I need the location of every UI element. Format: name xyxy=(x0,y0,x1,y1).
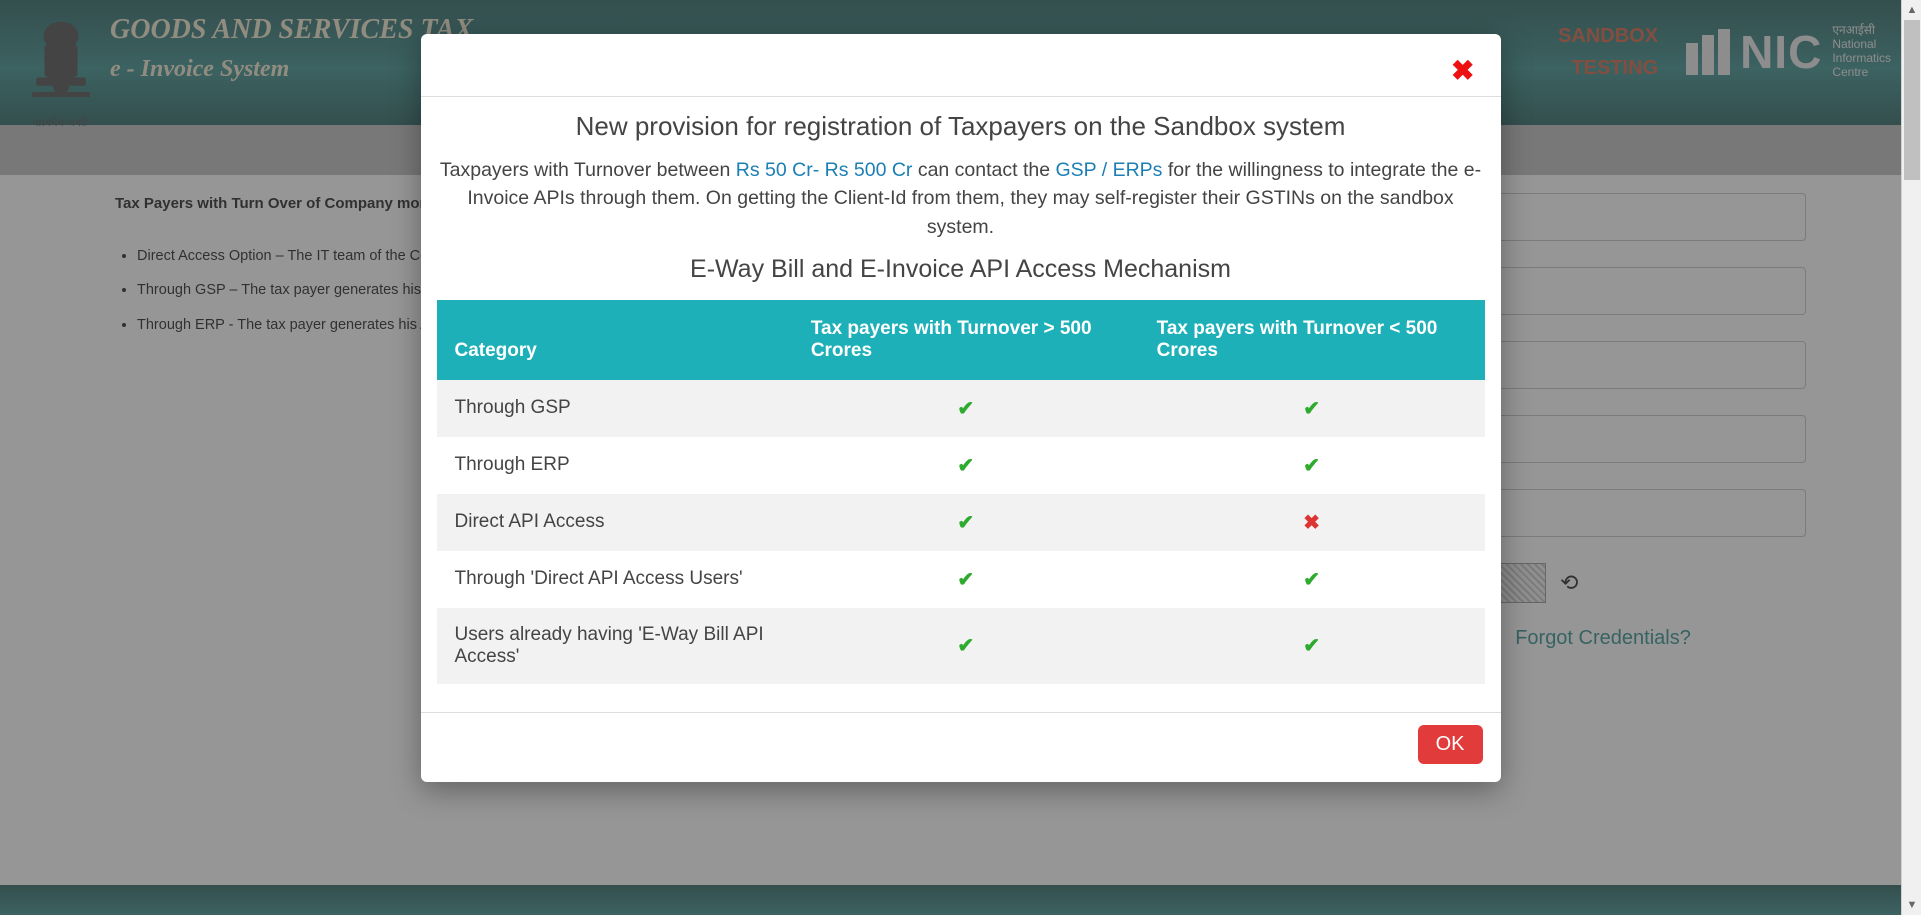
scroll-up-icon[interactable]: ▲ xyxy=(1902,0,1921,20)
scroll-thumb[interactable] xyxy=(1904,20,1920,180)
scroll-down-icon[interactable]: ▼ xyxy=(1902,895,1921,915)
modal-description: Taxpayers with Turnover between Rs 50 Cr… xyxy=(437,156,1485,241)
cell-gt500: ✔ xyxy=(793,380,1139,437)
cell-lt500: ✔ xyxy=(1139,437,1485,494)
modal-subtitle: E-Way Bill and E-Invoice API Access Mech… xyxy=(421,255,1501,284)
check-icon: ✔ xyxy=(811,633,1121,658)
cell-category: Through ERP xyxy=(437,437,793,494)
modal-text: can contact the xyxy=(912,159,1055,181)
cross-icon: ✖ xyxy=(1157,510,1467,535)
access-table: Category Tax payers with Turnover > 500 … xyxy=(437,300,1485,684)
cell-lt500: ✔ xyxy=(1139,608,1485,684)
table-row: Users already having 'E-Way Bill API Acc… xyxy=(437,608,1485,684)
modal-link-gsp: GSP / ERPs xyxy=(1056,159,1163,181)
modal-title: New provision for registration of Taxpay… xyxy=(421,111,1501,142)
cell-category: Through GSP xyxy=(437,380,793,437)
th-category: Category xyxy=(437,300,793,380)
check-icon: ✔ xyxy=(1157,396,1467,421)
cell-gt500: ✔ xyxy=(793,437,1139,494)
modal-text: Taxpayers with Turnover between xyxy=(440,159,736,181)
th-gt500: Tax payers with Turnover > 500 Crores xyxy=(793,300,1139,380)
ok-button[interactable]: OK xyxy=(1418,725,1483,764)
table-row: Direct API Access ✔ ✖ xyxy=(437,494,1485,551)
vertical-scrollbar[interactable]: ▲ ▼ xyxy=(1901,0,1921,915)
cell-category: Users already having 'E-Way Bill API Acc… xyxy=(437,608,793,684)
cell-category: Through 'Direct API Access Users' xyxy=(437,551,793,608)
close-icon[interactable]: ✖ xyxy=(1451,54,1474,87)
modal-link-turnover: Rs 50 Cr- Rs 500 Cr xyxy=(736,159,913,181)
check-icon: ✔ xyxy=(811,453,1121,478)
cell-category: Direct API Access xyxy=(437,494,793,551)
check-icon: ✔ xyxy=(811,567,1121,592)
cell-lt500: ✔ xyxy=(1139,551,1485,608)
th-lt500: Tax payers with Turnover < 500 Crores xyxy=(1139,300,1485,380)
check-icon: ✔ xyxy=(1157,453,1467,478)
cell-gt500: ✔ xyxy=(793,494,1139,551)
check-icon: ✔ xyxy=(811,396,1121,421)
cell-gt500: ✔ xyxy=(793,608,1139,684)
cell-lt500: ✖ xyxy=(1139,494,1485,551)
table-row: Through ERP ✔ ✔ xyxy=(437,437,1485,494)
check-icon: ✔ xyxy=(1157,633,1467,658)
info-modal: ✖ New provision for registration of Taxp… xyxy=(421,34,1501,782)
check-icon: ✔ xyxy=(1157,567,1467,592)
check-icon: ✔ xyxy=(811,510,1121,535)
cell-lt500: ✔ xyxy=(1139,380,1485,437)
table-row: Through 'Direct API Access Users' ✔ ✔ xyxy=(437,551,1485,608)
cell-gt500: ✔ xyxy=(793,551,1139,608)
table-row: Through GSP ✔ ✔ xyxy=(437,380,1485,437)
